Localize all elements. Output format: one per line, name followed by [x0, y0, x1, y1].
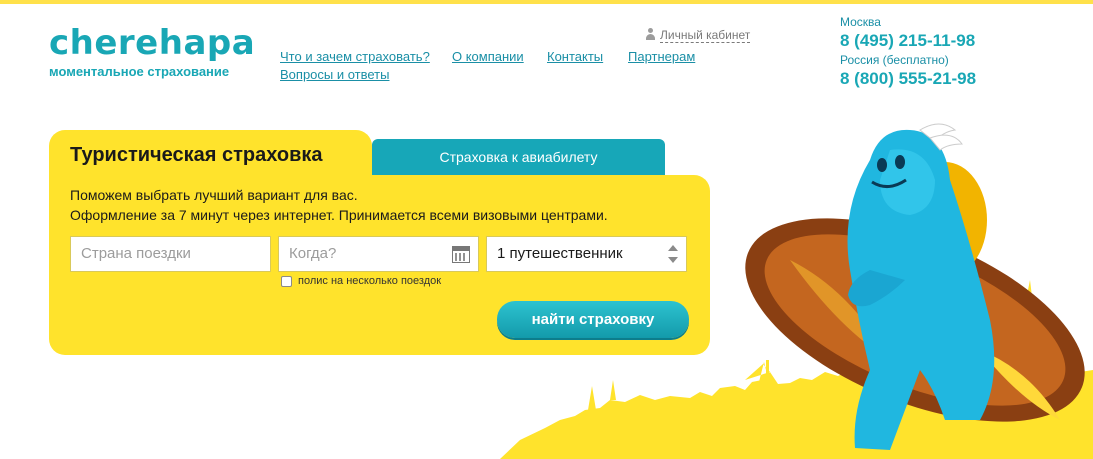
- form-intro: Поможем выбрать лучший вариант для вас. …: [70, 185, 608, 225]
- travelers-stepper[interactable]: [668, 245, 678, 263]
- country-input[interactable]: Страна поездки: [70, 236, 271, 272]
- multi-trip-option[interactable]: полис на несколько поездок: [281, 275, 441, 287]
- stepper-up-icon[interactable]: [668, 245, 678, 251]
- tab-travel-insurance-label: Туристическая страховка: [70, 144, 323, 166]
- stepper-down-icon[interactable]: [668, 257, 678, 263]
- country-placeholder: Страна поездки: [81, 245, 191, 262]
- intro-line-1: Поможем выбрать лучший вариант для вас.: [70, 187, 358, 203]
- dates-input[interactable]: Когда?: [278, 236, 479, 272]
- mascot-illustration: [745, 123, 1085, 450]
- travelers-select[interactable]: 1 путешественник: [486, 236, 687, 272]
- intro-line-2: Оформление за 7 минут через интернет. Пр…: [70, 207, 608, 223]
- calendar-icon[interactable]: [452, 246, 470, 263]
- travelers-value: 1 путешественник: [497, 245, 623, 262]
- dates-placeholder: Когда?: [289, 245, 337, 262]
- tab-flight-insurance[interactable]: Страховка к авиабилету: [372, 139, 665, 175]
- find-insurance-button[interactable]: найти страховку: [497, 301, 689, 338]
- multi-trip-checkbox[interactable]: [281, 275, 292, 287]
- multi-trip-label: полис на несколько поездок: [298, 275, 442, 287]
